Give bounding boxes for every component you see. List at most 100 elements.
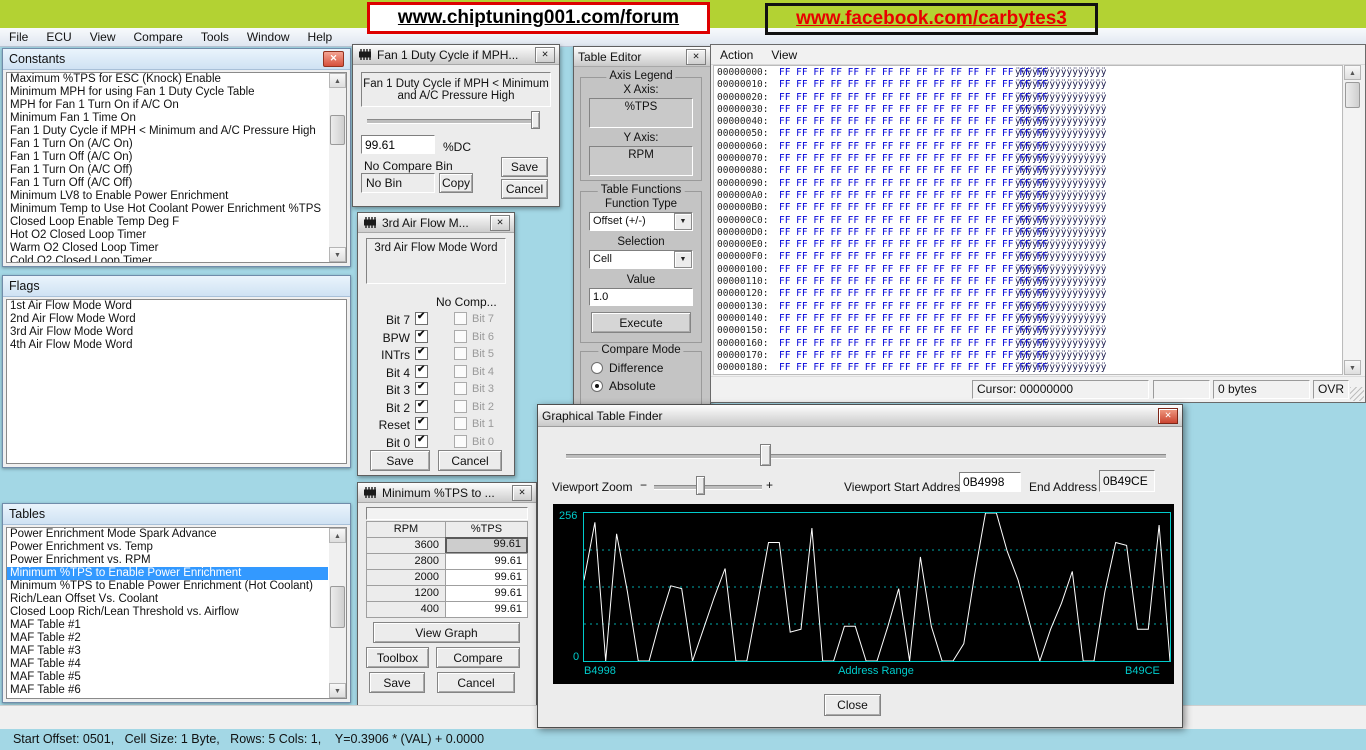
list-item[interactable]: Fan 1 Duty Cycle if MPH < Minimum and A/… xyxy=(7,125,328,138)
save-button[interactable]: Save xyxy=(370,450,430,471)
close-icon[interactable]: ✕ xyxy=(1158,408,1178,424)
menu-item[interactable]: Compare xyxy=(124,29,191,45)
list-item[interactable]: 4th Air Flow Mode Word xyxy=(7,339,346,352)
fan-slider-thumb[interactable] xyxy=(531,111,540,129)
scroll-thumb[interactable] xyxy=(330,115,345,145)
bit-checkbox-checked[interactable] xyxy=(415,382,428,395)
chevron-down-icon[interactable]: ▼ xyxy=(674,251,692,268)
bit-checkbox-checked[interactable] xyxy=(415,417,428,430)
fan-slider-track[interactable] xyxy=(367,119,539,124)
list-item[interactable]: Closed Loop Rich/Lean Threshold vs. Airf… xyxy=(7,606,328,619)
list-item[interactable]: Minimum Fan 1 Time On xyxy=(7,112,328,125)
rpm-cell[interactable]: 2000 xyxy=(366,569,446,586)
list-item[interactable]: 1st Air Flow Mode Word xyxy=(7,300,346,313)
selection-dropdown[interactable]: Cell ▼ xyxy=(589,250,693,269)
cancel-button[interactable]: Cancel xyxy=(437,672,515,693)
list-item[interactable]: Fan 1 Turn Off (A/C Off) xyxy=(7,177,328,190)
execute-button[interactable]: Execute xyxy=(591,312,691,333)
menu-item[interactable]: Action xyxy=(711,47,762,63)
list-item[interactable]: Closed Loop Enable Temp Deg F xyxy=(7,216,328,229)
list-item[interactable]: MAF Table #5 xyxy=(7,671,328,684)
compare-button[interactable]: Compare xyxy=(436,647,520,668)
gtf-titlebar[interactable]: Graphical Table Finder ✕ xyxy=(538,405,1182,427)
list-item[interactable]: MPH for Fan 1 Turn On if A/C On xyxy=(7,99,328,112)
function-type-dropdown[interactable]: Offset (+/-) ▼ xyxy=(589,212,693,231)
viewport-start-address-input[interactable] xyxy=(959,472,1021,492)
hex-scrollbar[interactable]: ▲ ▼ xyxy=(1344,65,1361,375)
zoom-plus-label[interactable]: + xyxy=(766,478,773,492)
list-item[interactable]: Minimum Temp to Use Hot Coolant Power En… xyxy=(7,203,328,216)
bit-checkbox-checked[interactable] xyxy=(415,365,428,378)
menu-item[interactable]: Tools xyxy=(192,29,238,45)
zoom-slider-thumb[interactable] xyxy=(696,476,705,495)
list-item[interactable]: MAF Table #1 xyxy=(7,619,328,632)
menu-item[interactable]: Window xyxy=(238,29,299,45)
list-item[interactable]: Minimum %TPS to Enable Power Enrichment … xyxy=(7,580,328,593)
table-row[interactable]: 400 99.61 xyxy=(366,602,528,618)
list-item[interactable]: Minimum %TPS to Enable Power Enrichment xyxy=(7,567,328,580)
bit-checkbox-checked[interactable] xyxy=(415,400,428,413)
table-row[interactable]: 2000 99.61 xyxy=(366,570,528,586)
close-icon[interactable]: ✕ xyxy=(512,485,532,501)
absolute-radio[interactable] xyxy=(591,380,603,392)
toolbox-button[interactable]: Toolbox xyxy=(366,647,429,668)
list-item[interactable]: Hot O2 Closed Loop Timer xyxy=(7,229,328,242)
close-icon[interactable]: ✕ xyxy=(535,47,555,63)
close-icon[interactable]: ✕ xyxy=(323,51,344,67)
flags-titlebar[interactable]: Flags xyxy=(3,276,350,297)
scroll-thumb[interactable] xyxy=(330,586,345,628)
list-item[interactable]: 2nd Air Flow Mode Word xyxy=(7,313,346,326)
airflow-titlebar[interactable]: 3rd Air Flow M... ✕ xyxy=(358,213,514,233)
tps-titlebar[interactable]: Minimum %TPS to ... ✕ xyxy=(358,483,536,503)
fan-value-input[interactable] xyxy=(361,135,435,154)
tables-list[interactable]: Power Enrichment Mode Spark AdvancePower… xyxy=(6,527,347,699)
hex-dump-area[interactable]: 00000000: FF FF FF FF FF FF FF FF FF FF … xyxy=(713,65,1343,375)
zoom-minus-label[interactable]: − xyxy=(640,478,647,492)
constants-list[interactable]: Maximum %TPS for ESC (Knock) EnableMinim… xyxy=(6,72,347,263)
difference-radio[interactable] xyxy=(591,362,603,374)
tables-scrollbar[interactable]: ▲ ▼ xyxy=(329,528,346,698)
copy-button[interactable]: Copy xyxy=(439,173,473,193)
scroll-down-icon[interactable]: ▼ xyxy=(329,247,346,262)
value-input[interactable] xyxy=(589,288,693,306)
menu-item[interactable]: View xyxy=(81,29,125,45)
zoom-slider-track[interactable] xyxy=(654,485,762,490)
list-item[interactable]: Fan 1 Turn Off (A/C On) xyxy=(7,151,328,164)
scroll-up-icon[interactable]: ▲ xyxy=(329,73,346,88)
list-item[interactable]: MAF Table #4 xyxy=(7,658,328,671)
list-item[interactable]: Fan 1 Turn On (A/C Off) xyxy=(7,164,328,177)
rpm-cell[interactable]: 1200 xyxy=(366,585,446,602)
scroll-down-icon[interactable]: ▼ xyxy=(329,683,346,698)
list-item[interactable]: Fan 1 Turn On (A/C On) xyxy=(7,138,328,151)
menu-item[interactable]: Help xyxy=(299,29,342,45)
table-row[interactable]: 3600 99.61 xyxy=(366,538,528,554)
bit-checkbox-checked[interactable] xyxy=(415,330,428,343)
tps-cell[interactable]: 99.61 xyxy=(445,585,528,602)
rpm-cell[interactable]: 2800 xyxy=(366,553,446,570)
gtf-address-slider-track[interactable] xyxy=(566,454,1166,459)
scroll-up-icon[interactable]: ▲ xyxy=(1344,65,1361,80)
list-item[interactable]: Power Enrichment Mode Spark Advance xyxy=(7,528,328,541)
graph-plot-area[interactable] xyxy=(583,512,1171,662)
table-editor-titlebar[interactable]: Table Editor ✕ xyxy=(574,47,710,67)
rpm-cell[interactable]: 400 xyxy=(366,601,446,618)
close-icon[interactable]: ✕ xyxy=(490,215,510,231)
menu-item[interactable]: View xyxy=(762,47,806,63)
list-item[interactable]: MAF Table #6 xyxy=(7,684,328,697)
tps-grid[interactable]: 3600 99.61 2800 99.61 2000 99.61 1200 99… xyxy=(366,538,528,618)
bit-checkbox-checked[interactable] xyxy=(415,347,428,360)
bit-checkbox-checked[interactable] xyxy=(415,435,428,448)
list-item[interactable]: Minimum MPH for using Fan 1 Duty Cycle T… xyxy=(7,86,328,99)
menu-item[interactable]: ECU xyxy=(37,29,80,45)
table-row[interactable]: 1200 99.61 xyxy=(366,586,528,602)
save-button[interactable]: Save xyxy=(501,157,548,177)
cancel-button[interactable]: Cancel xyxy=(501,179,548,199)
list-item[interactable]: Maximum %TPS for ESC (Knock) Enable xyxy=(7,73,328,86)
close-icon[interactable]: ✕ xyxy=(686,49,706,65)
rpm-cell[interactable]: 3600 xyxy=(366,537,446,554)
close-button[interactable]: Close xyxy=(824,694,881,716)
list-item[interactable]: MAF Table #3 xyxy=(7,645,328,658)
list-item[interactable]: Power Enrichment vs. Temp xyxy=(7,541,328,554)
scroll-down-icon[interactable]: ▼ xyxy=(1344,360,1361,375)
list-item[interactable]: Rich/Lean Offset Vs. Coolant xyxy=(7,593,328,606)
